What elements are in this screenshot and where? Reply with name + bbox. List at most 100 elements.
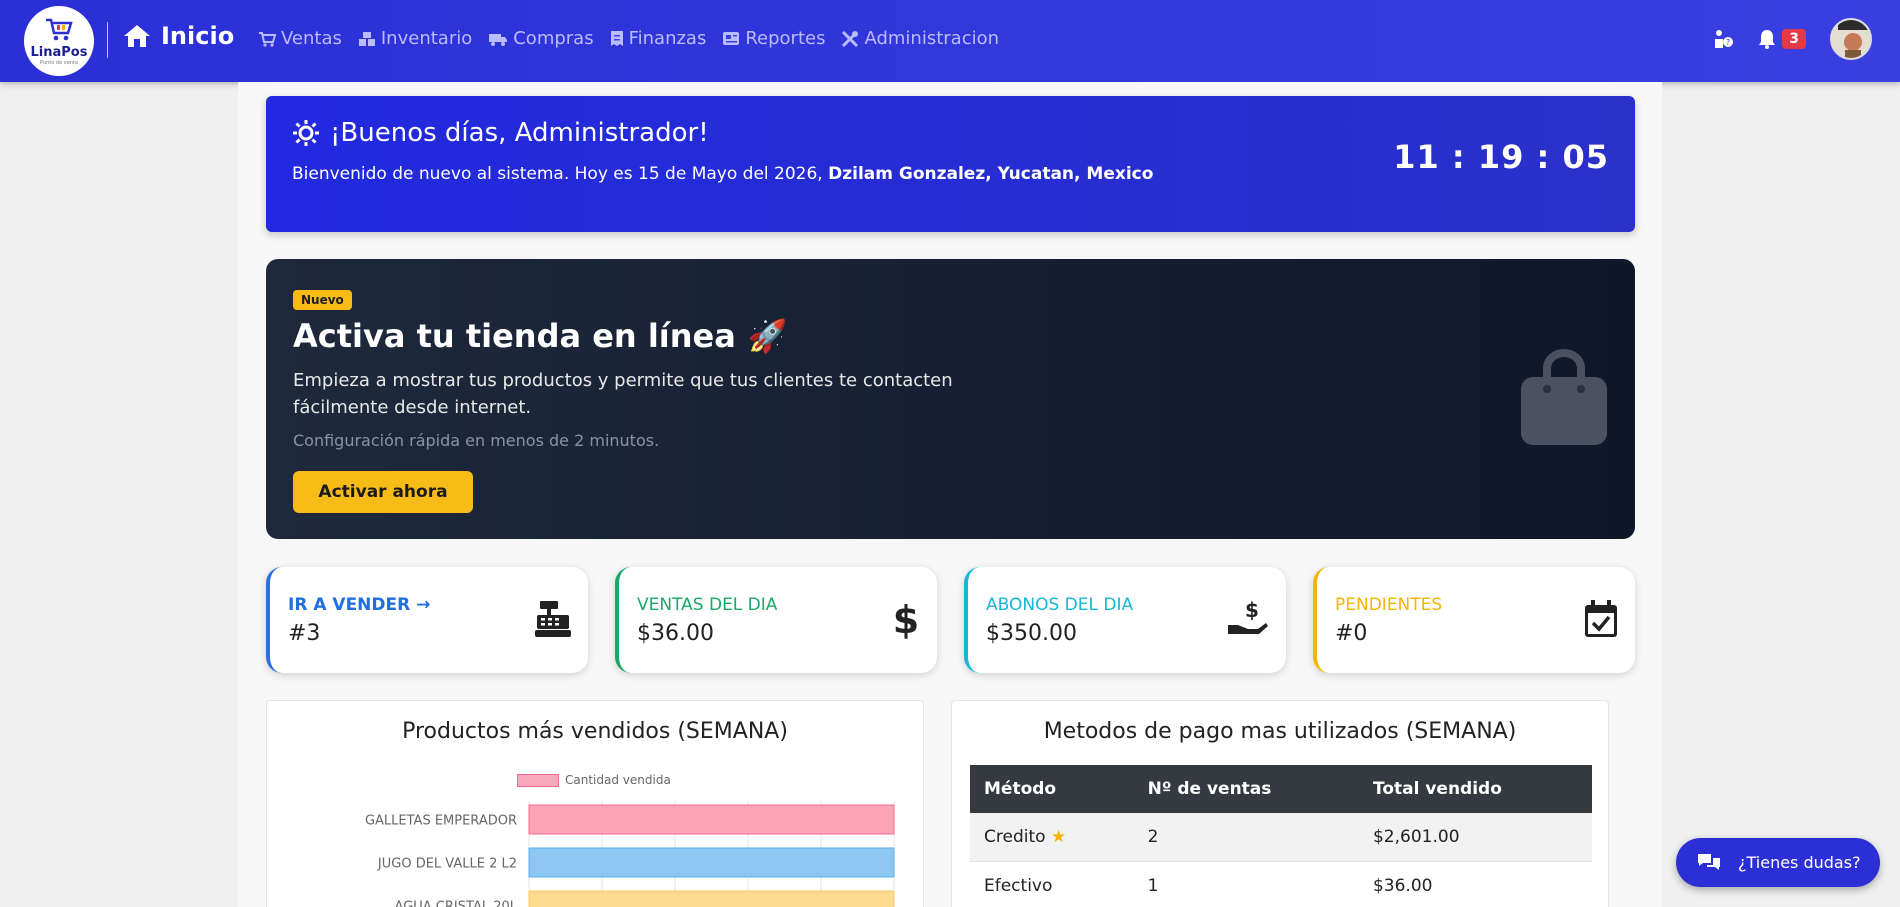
clock: 11 : 19 : 05: [1393, 138, 1609, 176]
menu-item-administracion[interactable]: Administracion: [841, 28, 999, 49]
svg-text:?: ?: [1726, 38, 1730, 47]
legend-label: Cantidad vendida: [565, 773, 671, 787]
cart-logo-icon: [46, 18, 73, 40]
total-cell: $36.00: [1358, 861, 1592, 907]
star-icon: ★: [1050, 827, 1067, 847]
svg-text:$: $: [1245, 599, 1259, 622]
home-link[interactable]: Inicio: [123, 22, 234, 50]
promo-card: Nuevo Activa tu tienda en línea 🚀 Empiez…: [266, 259, 1635, 539]
stat-label: ABONOS DEL DIA: [986, 595, 1134, 615]
payments-table: Método Nº de ventas Total vendido Credit…: [970, 765, 1592, 907]
notifications[interactable]: 3: [1758, 29, 1806, 49]
nav-divider: [107, 22, 108, 58]
menu-item-reportes[interactable]: Reportes: [722, 28, 825, 49]
menu-label: Administracion: [864, 28, 1000, 49]
greeting-location: Dzilam Gonzalez, Yucatan, Mexico: [828, 164, 1154, 184]
bar[interactable]: [528, 804, 895, 835]
stat-label: PENDIENTES: [1335, 595, 1443, 615]
tools-icon: [842, 30, 859, 47]
svg-text:$: $: [893, 599, 919, 639]
chart-legend[interactable]: Cantidad vendida: [517, 773, 671, 787]
products-panel-title: Productos más vendidos (SEMANA): [402, 719, 788, 744]
menu-item-compras[interactable]: Compras: [488, 28, 594, 49]
greeting-title: ¡Buenos días, Administrador!: [292, 118, 709, 148]
stat-card-pendientes[interactable]: PENDIENTES #0: [1313, 567, 1635, 673]
stat-value: #3: [288, 621, 321, 646]
method-label: Credito: [984, 827, 1046, 847]
stat-value: $350.00: [986, 621, 1077, 646]
activate-button[interactable]: Activar ahora: [293, 471, 473, 513]
rocket-icon: 🚀: [747, 317, 788, 355]
stat-value: $36.00: [637, 621, 714, 646]
menu-label: Compras: [513, 28, 594, 49]
stat-value: #0: [1335, 621, 1368, 646]
receipt-icon: [610, 31, 623, 46]
logo[interactable]: LinaPos Punto de venta: [24, 6, 94, 76]
nav-right: ? 3: [1712, 18, 1872, 60]
greeting-text: ¡Buenos días, Administrador!: [330, 118, 709, 148]
promo-description: Empieza a mostrar tus productos y permit…: [293, 370, 953, 418]
sun-icon: [293, 120, 319, 146]
column-header: Total vendido: [1358, 765, 1592, 813]
user-avatar-icon: [1832, 20, 1870, 58]
promo-title: Activa tu tienda en línea 🚀: [293, 317, 788, 355]
table-row: Efectivo 1 $36.00: [970, 861, 1592, 907]
count-cell: 2: [1133, 813, 1359, 862]
promo-title-text: Activa tu tienda en línea: [293, 317, 736, 355]
bar-chart: GALLETAS EMPERADOR JUGO DEL VALLE 2 L2 AGU…: [365, 801, 895, 907]
table-header-row: Método Nº de ventas Total vendido: [970, 765, 1592, 813]
category-label: JUGO DEL VALLE 2 L2: [377, 857, 517, 872]
table-row: Credito ★ 2 $2,601.00: [970, 813, 1592, 862]
category-label: AGUA CRISTAL 20L: [395, 900, 518, 907]
arrow-right-icon: →: [416, 595, 431, 615]
total-cell: $2,601.00: [1358, 813, 1592, 862]
cart-icon: [259, 31, 276, 47]
calendar-check-icon: [1585, 600, 1617, 637]
stat-label: IR A VENDER →: [288, 595, 430, 615]
notification-badge: 3: [1782, 29, 1806, 49]
menu-item-finanzas[interactable]: Finanzas: [610, 28, 707, 49]
stat-card-ventas-del-dia[interactable]: VENTAS DEL DIA $36.00 $: [615, 567, 937, 673]
new-badge: Nuevo: [293, 290, 352, 310]
avatar[interactable]: [1830, 18, 1872, 60]
bar[interactable]: [528, 890, 895, 907]
greeting-subtitle: Bienvenido de nuevo al sistema. Hoy es 1…: [292, 164, 1153, 184]
logo-text: LinaPos: [30, 44, 88, 60]
promo-note: Configuración rápida en menos de 2 minut…: [293, 431, 660, 450]
stat-label: VENTAS DEL DIA: [637, 595, 778, 615]
logo-subtext: Punto de venta: [40, 59, 78, 66]
legend-swatch: [517, 773, 559, 787]
dollar-icon: $: [893, 599, 919, 639]
stat-label-text: IR A VENDER: [288, 595, 411, 615]
user-help-icon[interactable]: ?: [1712, 29, 1734, 49]
truck-icon: [489, 33, 508, 46]
menu-label: Inventario: [380, 28, 473, 49]
bar[interactable]: [528, 847, 895, 878]
home-label: Inicio: [161, 22, 235, 50]
payments-panel: Metodos de pago mas utilizados (SEMANA) …: [951, 700, 1609, 907]
greeting-banner: ¡Buenos días, Administrador! Bienvenido …: [266, 96, 1635, 232]
menu-item-ventas[interactable]: Ventas: [258, 28, 342, 49]
menu-label: Ventas: [281, 28, 342, 49]
menu-label: Reportes: [745, 28, 826, 49]
hand-money-icon: $: [1228, 599, 1268, 634]
payments-panel-title: Metodos de pago mas utilizados (SEMANA): [1043, 719, 1517, 744]
chat-bubbles-icon: [1698, 853, 1720, 870]
bell-icon: [1759, 30, 1776, 49]
main-menu: Ventas Inventario Compras Finanzas Repor…: [258, 28, 999, 49]
products-panel: Productos más vendidos (SEMANA) Cantidad…: [266, 700, 924, 907]
menu-item-inventario[interactable]: Inventario: [358, 28, 472, 49]
help-chat-button[interactable]: ¿Tienes dudas?: [1676, 838, 1880, 887]
top-navbar: LinaPos Punto de venta Inicio Ventas Inv…: [0, 0, 1900, 82]
count-cell: 1: [1133, 861, 1359, 907]
category-label: GALLETAS EMPERADOR: [365, 814, 517, 829]
stat-card-ir-a-vender[interactable]: IR A VENDER → #3: [266, 567, 588, 673]
greeting-date: Bienvenido de nuevo al sistema. Hoy es 1…: [292, 164, 823, 184]
shopping-bag-icon: [1521, 348, 1607, 445]
method-cell: Credito ★: [970, 813, 1134, 862]
menu-label: Finanzas: [628, 28, 707, 49]
newspaper-icon: [723, 32, 740, 45]
method-cell: Efectivo: [970, 861, 1134, 907]
stat-card-abonos-del-dia[interactable]: ABONOS DEL DIA $350.00 $: [964, 567, 1286, 673]
help-label: ¿Tienes dudas?: [1738, 853, 1861, 872]
